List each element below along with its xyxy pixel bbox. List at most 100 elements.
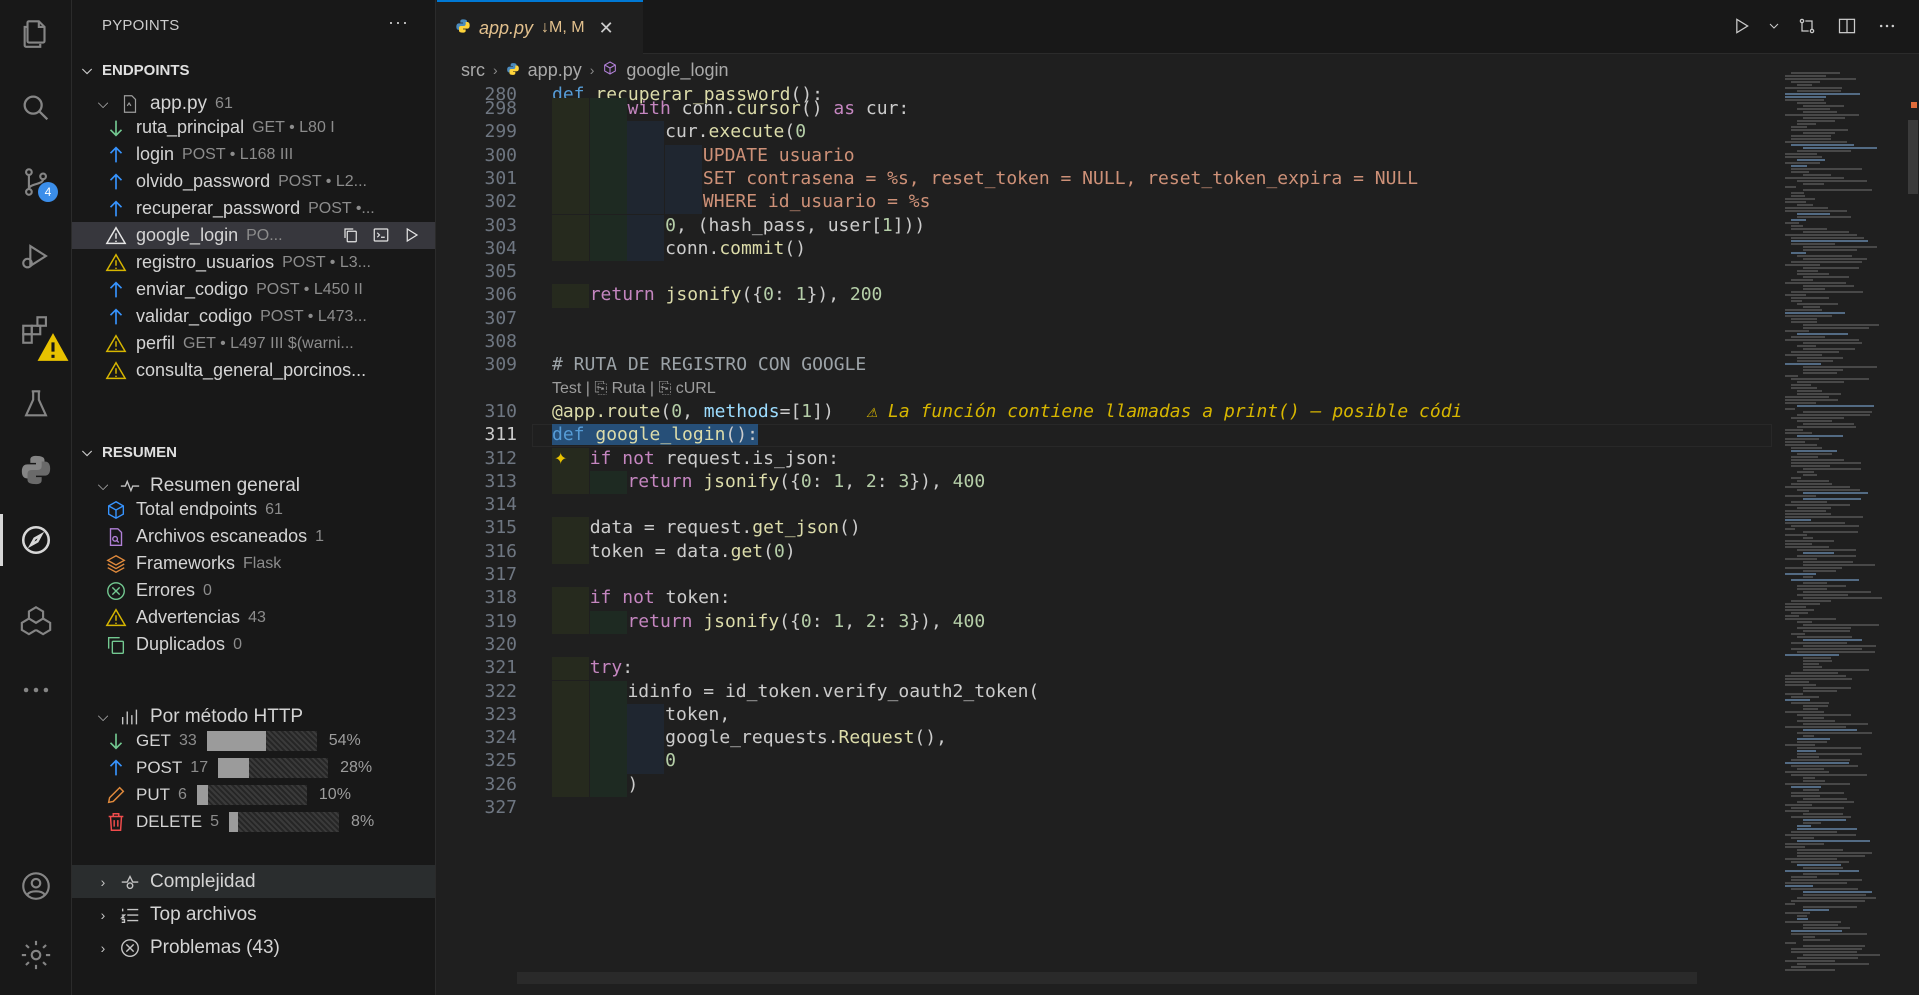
method-item[interactable]: GET 33 54% bbox=[72, 727, 435, 754]
source-control-icon[interactable]: 4 bbox=[0, 152, 72, 212]
compare-changes-icon[interactable] bbox=[1795, 14, 1819, 38]
split-editor-icon[interactable] bbox=[1835, 14, 1859, 38]
endpoint-item[interactable]: recuperar_password POST •... bbox=[72, 195, 435, 222]
method-item[interactable]: PUT 6 10% bbox=[72, 781, 435, 808]
endpoint-item[interactable]: olvido_password POST • L2... bbox=[72, 168, 435, 195]
minimap-line bbox=[1803, 105, 1844, 107]
copy-icon[interactable] bbox=[340, 224, 362, 246]
minimap-line bbox=[1785, 528, 1795, 530]
minimap-line bbox=[1797, 840, 1870, 842]
endpoint-item[interactable]: validar_codigo POST • L473... bbox=[72, 303, 435, 330]
method-item[interactable]: DELETE 5 8% bbox=[72, 808, 435, 835]
tab-close-icon[interactable]: ✕ bbox=[599, 18, 614, 39]
tab-git-status: ↓M, M bbox=[541, 19, 585, 36]
minimap-line bbox=[1791, 888, 1858, 890]
terminal-icon[interactable] bbox=[370, 224, 392, 246]
run-debug-icon[interactable] bbox=[0, 226, 72, 286]
testing-icon[interactable] bbox=[0, 374, 72, 434]
minimap-line bbox=[1803, 468, 1861, 470]
more-actions-icon[interactable] bbox=[1875, 14, 1899, 38]
code-editor[interactable]: 280 def recuperar_password(): 298 with conn… bbox=[437, 84, 1777, 995]
tab-app-py[interactable]: app.py ↓M, M ✕ bbox=[437, 0, 643, 54]
minimap-line bbox=[1803, 561, 1853, 563]
endpoint-item[interactable]: enviar_codigo POST • L450 II bbox=[72, 276, 435, 303]
packages-icon[interactable] bbox=[0, 590, 72, 650]
endpoint-label: google_login bbox=[136, 225, 239, 245]
minimap-line bbox=[1791, 633, 1805, 635]
stat-item[interactable]: Errores 0 bbox=[72, 577, 435, 604]
play-icon[interactable] bbox=[400, 224, 422, 246]
minimap-line bbox=[1803, 231, 1849, 233]
endpoint-item[interactable]: login POST • L168 III bbox=[72, 141, 435, 168]
line-number: 303 bbox=[484, 214, 517, 236]
stat-value: 61 bbox=[265, 500, 283, 518]
endpoint-item[interactable]: ruta_principal GET • L80 I bbox=[72, 114, 435, 141]
explorer-icon[interactable] bbox=[0, 4, 72, 64]
minimap-line bbox=[1803, 798, 1847, 800]
indent-guide bbox=[589, 121, 627, 145]
minimap-line bbox=[1791, 297, 1829, 299]
endpoint-description: POST • L2... bbox=[278, 172, 367, 190]
minimap-line bbox=[1803, 411, 1872, 413]
code-line: idinfo = id_token.verify_oauth2_token( bbox=[627, 680, 1040, 702]
endpoint-item[interactable]: perfil GET • L497 III $(warni... bbox=[72, 330, 435, 357]
method-item[interactable]: POST 17 28% bbox=[72, 754, 435, 781]
minimap-line bbox=[1803, 348, 1855, 350]
minimap-line bbox=[1797, 651, 1875, 653]
extensions-icon[interactable] bbox=[0, 300, 72, 361]
top-archivos-item[interactable]: › Top archivos bbox=[72, 898, 435, 931]
arrow-up-icon bbox=[104, 305, 128, 329]
scrollbar-thumb[interactable] bbox=[1908, 120, 1918, 194]
stat-item[interactable]: Archivos escaneados 1 bbox=[72, 523, 435, 550]
minimap-line bbox=[1803, 576, 1813, 578]
endpoint-item[interactable]: google_login PO... bbox=[72, 222, 435, 249]
endpoint-item[interactable]: consulta_general_porcinos... bbox=[72, 357, 435, 384]
minimap-line bbox=[1785, 339, 1859, 341]
stat-item[interactable]: Total endpoints 61 bbox=[72, 496, 435, 523]
editor-scrollbar[interactable] bbox=[1905, 54, 1919, 995]
endpoints-header-label: ENDPOINTS bbox=[102, 61, 190, 79]
account-icon[interactable] bbox=[0, 856, 72, 916]
stat-item[interactable]: Advertencias 43 bbox=[72, 604, 435, 631]
line-number: 308 bbox=[484, 331, 517, 352]
indent-guide bbox=[552, 470, 589, 495]
method-count: 33 bbox=[178, 731, 197, 749]
complejidad-item[interactable]: › Complejidad bbox=[72, 865, 435, 898]
sidebar-more-button[interactable]: ··· bbox=[388, 12, 409, 33]
breadcrumb-symbol[interactable]: google_login bbox=[626, 60, 728, 81]
problemas-item[interactable]: › Problemas (43) bbox=[72, 931, 435, 964]
minimap-line bbox=[1785, 846, 1805, 848]
minimap-line bbox=[1785, 903, 1795, 905]
horizontal-scrollbar[interactable] bbox=[517, 972, 1697, 984]
chevron-down-icon[interactable] bbox=[1769, 14, 1779, 38]
sparkle-icon[interactable]: ✦ bbox=[554, 449, 567, 468]
resumen-section-header[interactable]: ⌵ RESUMEN bbox=[72, 437, 435, 467]
pypoints-icon[interactable] bbox=[0, 510, 72, 570]
indent-guide bbox=[552, 144, 589, 168]
minimap-line bbox=[1803, 906, 1857, 908]
stat-item[interactable]: Frameworks Flask bbox=[72, 550, 435, 577]
breadcrumb-src[interactable]: src bbox=[461, 60, 485, 81]
more-icon[interactable] bbox=[0, 660, 72, 720]
run-file-icon[interactable] bbox=[1729, 14, 1753, 38]
endpoint-item[interactable]: registro_usuarios POST • L3... bbox=[72, 249, 435, 276]
minimap[interactable] bbox=[1777, 54, 1917, 995]
python-file-icon bbox=[118, 92, 142, 116]
stat-item[interactable]: Duplicados 0 bbox=[72, 631, 435, 658]
minimap-line bbox=[1785, 141, 1847, 143]
minimap-line bbox=[1803, 717, 1824, 719]
minimap-line bbox=[1803, 591, 1871, 593]
python-icon[interactable] bbox=[0, 440, 72, 500]
codelens-actions[interactable]: Test | ⎘ Ruta | ⎘ cURL bbox=[552, 380, 716, 398]
code-line: token = data.get(0) bbox=[589, 540, 796, 562]
breadcrumb-file[interactable]: app.py bbox=[528, 60, 582, 81]
search-icon[interactable] bbox=[0, 78, 72, 138]
minimap-line bbox=[1791, 240, 1868, 242]
settings-gear-icon[interactable] bbox=[0, 925, 72, 985]
minimap-line bbox=[1791, 318, 1817, 320]
file-endpoint-count: 61 bbox=[215, 94, 233, 112]
indent-guide bbox=[665, 167, 703, 192]
minimap-line bbox=[1785, 198, 1815, 200]
endpoints-section-header[interactable]: ⌵ ENDPOINTS bbox=[72, 55, 435, 85]
indent-guide bbox=[589, 750, 627, 774]
